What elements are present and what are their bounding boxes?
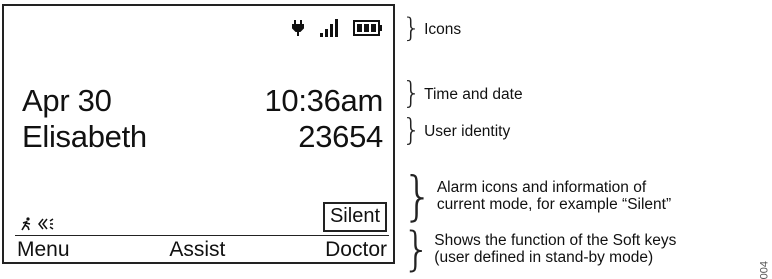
- user-identity-row: Elisabeth 23654: [22, 119, 383, 155]
- callout-time-date-label: Time and date: [424, 85, 523, 103]
- user-number: 23654: [298, 119, 383, 154]
- softkey-bar: Menu Assist Doctor: [17, 238, 387, 262]
- brace-icon: }: [402, 113, 422, 148]
- alarm-icons: [20, 217, 54, 231]
- time-date-row: Apr 30 10:36am: [22, 83, 383, 119]
- callout-icons: } Icons: [402, 14, 461, 44]
- softkey-right[interactable]: Doctor: [325, 238, 387, 262]
- callout-softkeys: } Shows the function of the Soft keys (u…: [402, 226, 676, 272]
- callout-time-date: } Time and date: [402, 79, 523, 109]
- no-movement-icon: [38, 218, 54, 230]
- softkey-divider: [15, 235, 389, 236]
- callout-alarm-label: Alarm icons and information of current m…: [437, 179, 671, 213]
- brace-icon: }: [402, 165, 434, 227]
- signal-strength-icon: [319, 18, 339, 38]
- brace-icon: }: [402, 222, 432, 276]
- time-text: 10:36am: [264, 83, 383, 118]
- callout-softkeys-label: Shows the function of the Soft keys (use…: [434, 232, 676, 266]
- charging-plug-icon: [291, 19, 305, 37]
- man-down-icon: [20, 217, 34, 231]
- mode-indicator: Silent: [322, 202, 387, 232]
- callout-user-identity-label: User identity: [424, 122, 511, 140]
- brace-icon: }: [402, 12, 422, 45]
- softkey-left[interactable]: Menu: [17, 238, 70, 262]
- status-icon-bar: [291, 17, 383, 39]
- date-text: Apr 30: [22, 83, 112, 118]
- user-name: Elisabeth: [22, 119, 147, 154]
- figure-number: 004: [758, 261, 770, 279]
- callout-soft-line1: Shows the function of the Soft keys: [434, 232, 677, 249]
- callout-alarm-line2: current mode, for example “Silent”: [436, 196, 672, 213]
- callout-alarm-line1: Alarm icons and information of: [436, 179, 647, 196]
- callout-user-identity: } User identity: [402, 116, 510, 146]
- callout-icons-label: Icons: [424, 20, 462, 38]
- brace-icon: }: [402, 76, 422, 111]
- callout-soft-line2: (user defined in stand-by mode): [434, 249, 654, 266]
- softkey-middle[interactable]: Assist: [169, 238, 225, 262]
- callout-alarm: } Alarm icons and information of current…: [402, 165, 671, 227]
- battery-icon: [353, 20, 383, 36]
- phone-display: Apr 30 10:36am Elisabeth 23654 Silent Me…: [2, 4, 395, 264]
